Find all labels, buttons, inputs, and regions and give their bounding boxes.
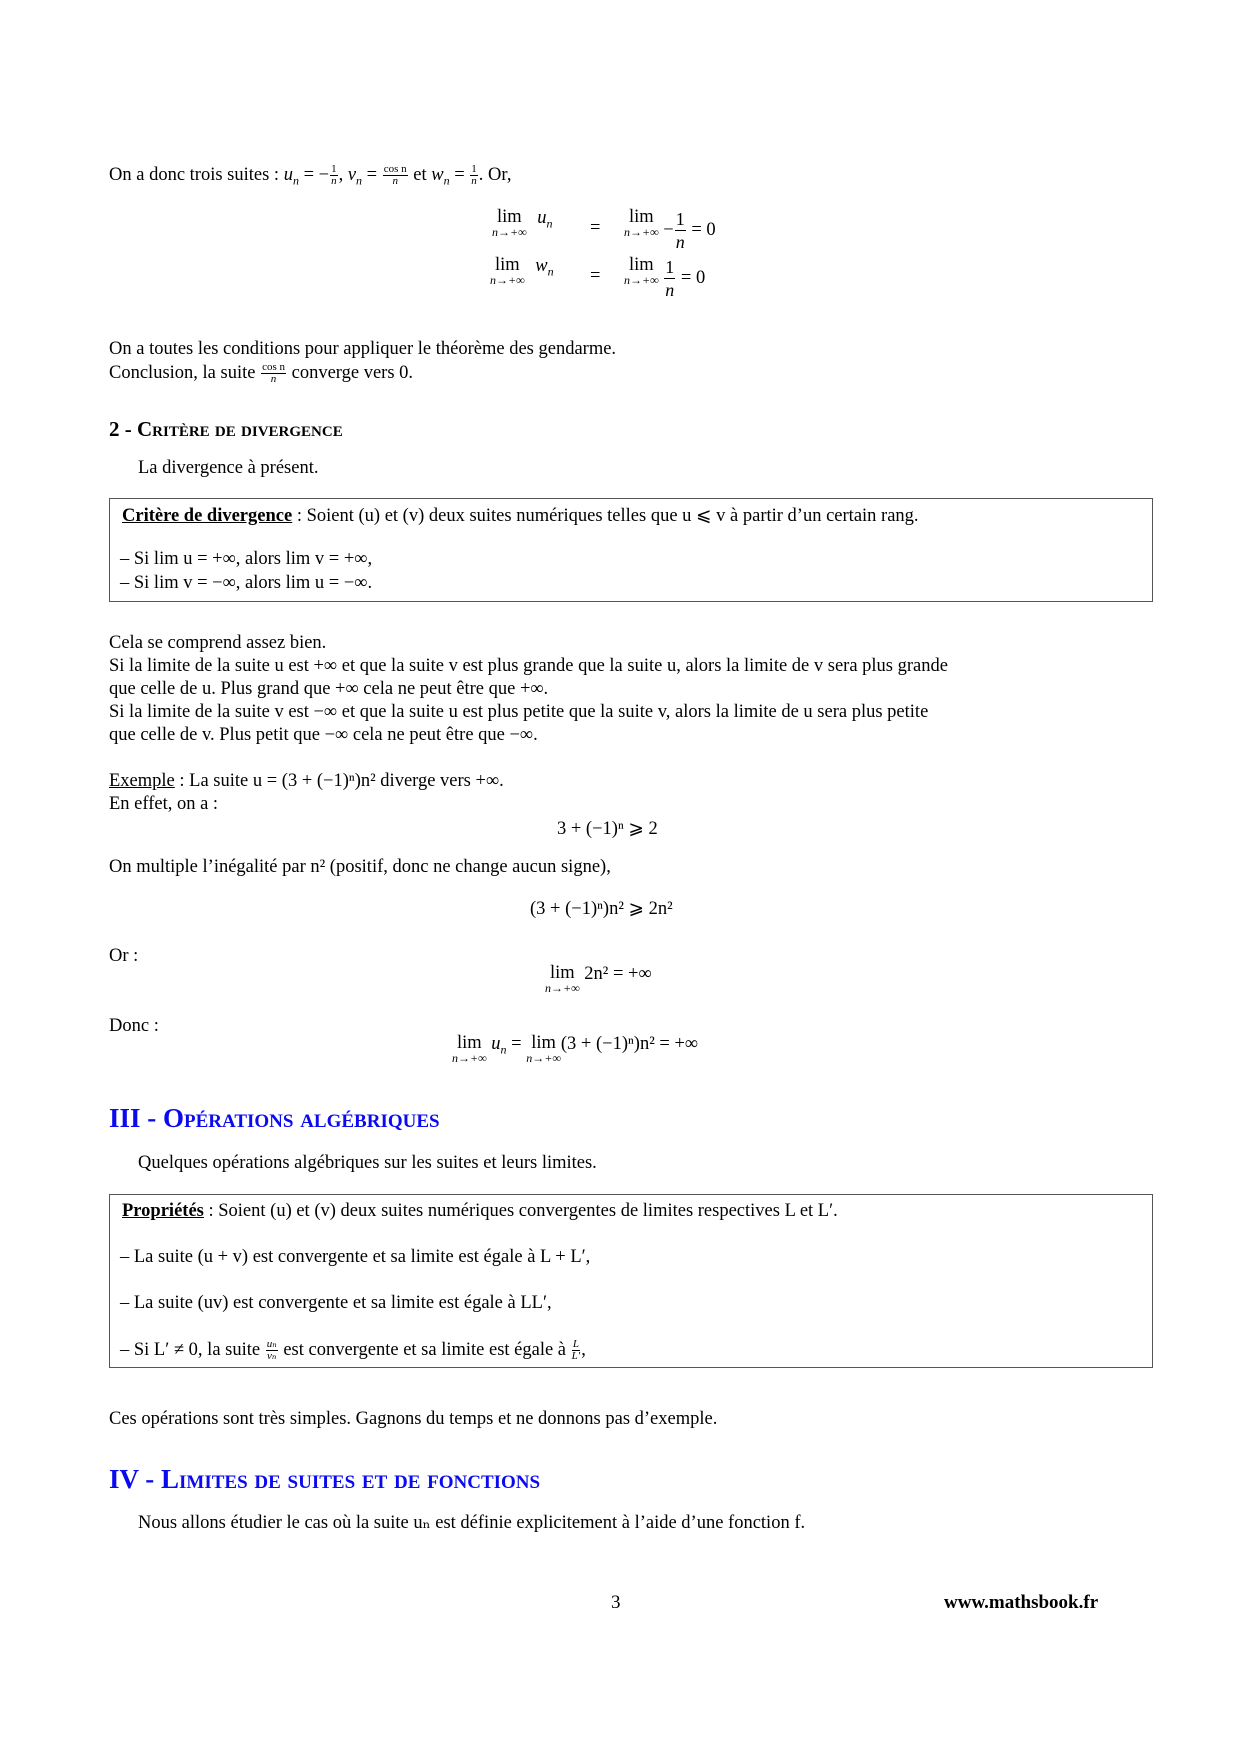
limit-rhs-w: lim n→+∞ 1n = 0 [624, 255, 706, 300]
section-heading-2: 2 - Critère de divergence [109, 417, 343, 441]
example-line: Exemple : La suite u = (3 + (−1)ⁿ)n² div… [109, 771, 504, 791]
section-4-intro: Nous allons étudier le cas où la suite u… [138, 1513, 806, 1533]
property-item-1: – La suite (u + v) est convergente et sa… [120, 1247, 591, 1267]
property-item-2: – La suite (uv) est convergente et sa li… [120, 1293, 552, 1313]
divergence-statement: Critère de divergence : Soient (u) et (v… [122, 506, 919, 526]
example-en-effet: En effet, on a : [109, 794, 219, 814]
fraction: cos nn [382, 163, 408, 188]
properties-statement: Propriétés : Soient (u) et (v) deux suit… [122, 1201, 838, 1221]
conclusion-line-1: On a toutes les conditions pour applique… [109, 339, 617, 359]
divergence-criterion-box: Critère de divergence : Soient (u) et (v… [109, 498, 1153, 602]
inequality-2: (3 + (−1)ⁿ)n² ⩾ 2n² [530, 899, 673, 919]
intro-line: On a donc trois suites : un = −1 n, vn = … [109, 163, 512, 188]
explanation-line-3: que celle de u. Plus grand que +∞ cela n… [109, 679, 549, 699]
after-properties-text: Ces opérations sont très simples. Gagnon… [109, 1409, 718, 1429]
property-item-3: – Si L′ ≠ 0, la suite uₙ vₙ est convergen… [120, 1338, 586, 1362]
section-2-intro: La divergence à présent. [138, 458, 319, 478]
limit-rhs-u: lim n→+∞ −1 n = 0 [624, 207, 716, 252]
donc-label: Donc : [109, 1016, 159, 1036]
explanation-line-2: Si la limite de la suite u est +∞ et que… [109, 656, 948, 676]
properties-label: Propriétés [122, 1201, 204, 1221]
limit-equation-w: lim n→+∞ wn [490, 255, 554, 287]
explanation-line-4: Si la limite de la suite v est −∞ et que… [109, 702, 929, 722]
page-number: 3 [611, 1592, 621, 1613]
fraction: 1n [330, 163, 338, 188]
limit-un-final: lim n→+∞ un = lim n→+∞ (3 + (−1)ⁿ)n² = +∞ [452, 1033, 699, 1065]
section-3-intro: Quelques opérations algébriques sur les … [138, 1153, 597, 1173]
footer-site-link[interactable]: www.mathsbook.fr [944, 1592, 1098, 1614]
equals-sign: = [590, 218, 601, 238]
fraction: cos nn [261, 361, 286, 386]
conclusion-line-2: Conclusion, la suite cos nn converge ver… [109, 361, 414, 386]
divergence-item-1: – Si lim u = +∞, alors lim v = +∞, [120, 549, 373, 569]
divergence-label: Critère de divergence [122, 506, 293, 526]
divergence-item-2: – Si lim v = −∞, alors lim u = −∞. [120, 573, 373, 593]
multiply-line: On multiple l’inégalité par n² (positif,… [109, 857, 611, 877]
explanation-line-1: Cela se comprend assez bien. [109, 633, 327, 653]
explanation-line-5: que celle de v. Plus petit que −∞ cela n… [109, 725, 538, 745]
inequality-1: 3 + (−1)ⁿ ⩾ 2 [557, 819, 658, 839]
intro-text: On a donc trois suites : [109, 165, 284, 185]
section-heading-4: IV - Limites de suites et de fonctions [109, 1464, 541, 1494]
example-label: Exemple [109, 771, 175, 791]
limit-equation-u: lim n→+∞ un [492, 207, 553, 239]
or-label: Or : [109, 946, 139, 966]
equals-sign: = [590, 266, 601, 286]
limit-2n2: lim n→+∞ 2n² = +∞ [545, 963, 652, 995]
section-heading-3: III - Opérations algébriques [109, 1103, 440, 1133]
properties-box: Propriétés : Soient (u) et (v) deux suit… [109, 1194, 1153, 1368]
fraction: 1n [470, 163, 478, 188]
